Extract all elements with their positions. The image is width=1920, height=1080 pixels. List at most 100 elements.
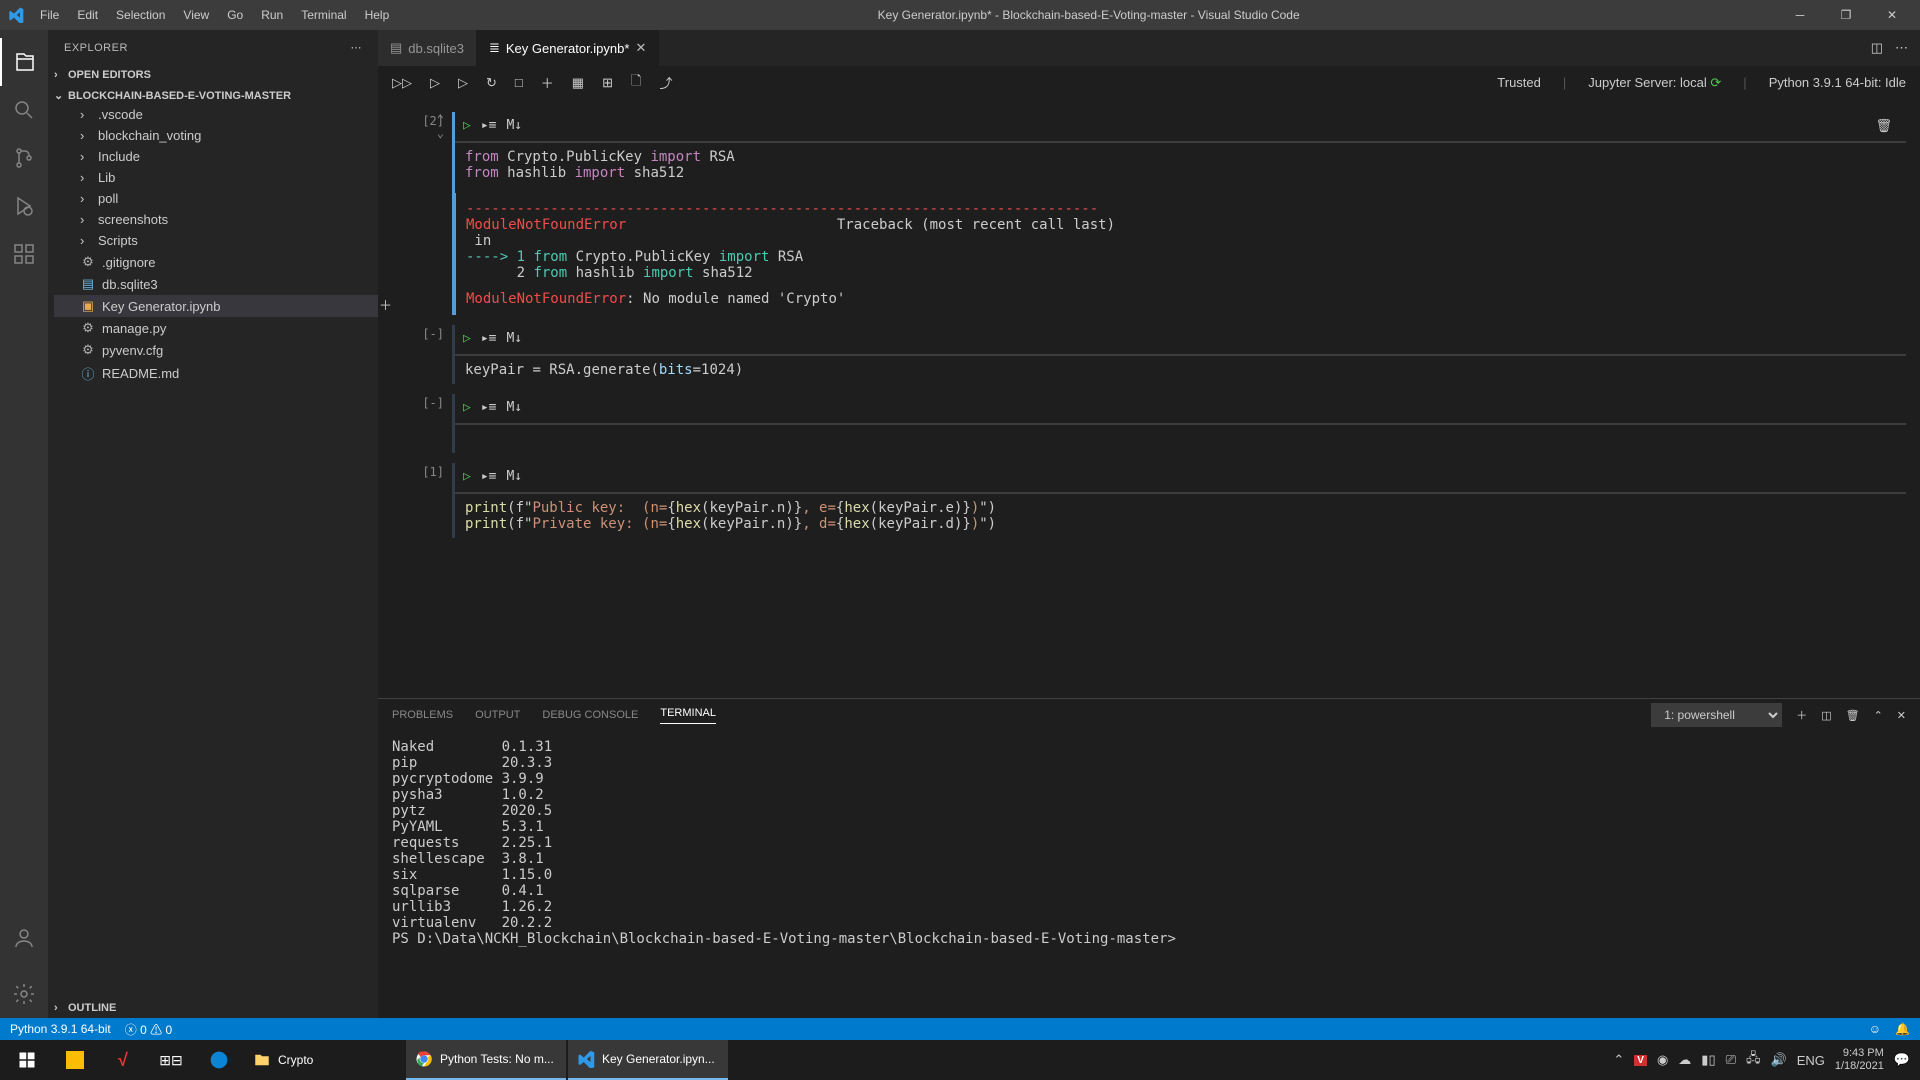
close-panel-icon[interactable]: ✕ <box>1897 709 1906 722</box>
explorer-icon[interactable] <box>0 38 48 86</box>
cell-code[interactable]: keyPair = RSA.generate(bits=1024) <box>455 355 1906 384</box>
taskbar-app-1[interactable] <box>52 1040 98 1080</box>
taskbar-folder-crypto[interactable]: Crypto <box>244 1040 404 1080</box>
tray-lang[interactable]: ENG <box>1797 1053 1825 1068</box>
menu-file[interactable]: File <box>32 4 67 26</box>
settings-icon[interactable] <box>0 970 48 1018</box>
run-below-icon[interactable]: ▷ <box>458 75 468 91</box>
run-by-line-icon[interactable]: ▸≡ <box>481 400 497 415</box>
folder-item[interactable]: ›Lib <box>54 167 378 188</box>
markdown-icon[interactable]: M↓ <box>506 118 522 133</box>
search-icon[interactable] <box>0 86 48 134</box>
file-item[interactable]: ⚙manage.py <box>54 317 378 339</box>
file-item[interactable]: ⓘREADME.md <box>54 361 378 386</box>
interrupt-icon[interactable]: □ <box>515 75 523 90</box>
cell-code[interactable]: from Crypto.PublicKey import RSAfrom has… <box>455 142 1906 187</box>
notifications-icon[interactable]: 🔔 <box>1895 1022 1910 1036</box>
taskbar-app-2[interactable]: √ <box>100 1040 146 1080</box>
tab-key-generator[interactable]: ≣ Key Generator.ipynb* ✕ <box>477 30 659 66</box>
python-version[interactable]: Python 3.9.1 64-bit <box>10 1022 111 1036</box>
tray-volume-icon[interactable]: 🔊 <box>1771 1052 1787 1068</box>
run-cell-icon[interactable]: ▷ <box>463 118 471 133</box>
tray-cloud-icon[interactable]: ☁ <box>1678 1052 1691 1068</box>
cell-code[interactable]: print(f"Public key: (n={hex(keyPair.n)},… <box>455 493 1906 538</box>
markdown-icon[interactable]: M↓ <box>506 400 522 415</box>
terminal-content[interactable]: Naked 0.1.31 pip 20.3.3 pycryptodome 3.9… <box>378 731 1920 1018</box>
open-editors-section[interactable]: ›OPEN EDITORS <box>48 65 378 85</box>
tray-battery-icon[interactable]: ▮▯ <box>1701 1052 1715 1068</box>
tray-icon-1[interactable]: V <box>1634 1055 1647 1066</box>
run-cell-icon[interactable]: ▷ <box>463 331 471 346</box>
accounts-icon[interactable] <box>0 914 48 962</box>
folder-item[interactable]: ›poll <box>54 188 378 209</box>
folder-item[interactable]: ›Include <box>54 146 378 167</box>
tab-db[interactable]: ▤ db.sqlite3 <box>378 30 477 66</box>
save-icon[interactable]: 🗋 <box>631 72 641 94</box>
clear-outputs-icon[interactable]: ▦ <box>572 75 584 91</box>
split-editor-icon[interactable]: ◫ <box>1871 40 1883 56</box>
file-item[interactable]: ▣Key Generator.ipynb＋ <box>54 295 378 317</box>
notebook-body[interactable]: ⌃⌄[2]▷▸≡M↓🗑from Crypto.PublicKey import … <box>378 100 1920 698</box>
tray-clock[interactable]: 9:43 PM 1/18/2021 <box>1835 1047 1884 1073</box>
file-item[interactable]: ⚙.gitignore <box>54 251 378 273</box>
taskbar-app-3[interactable]: ⊞⊟ <box>148 1040 194 1080</box>
terminal-select[interactable]: 1: powershell <box>1651 703 1782 727</box>
trusted-label[interactable]: Trusted <box>1497 75 1541 90</box>
notebook-cell[interactable]: [-]▷▸≡M↓ <box>398 394 1906 453</box>
folder-item[interactable]: ›screenshots <box>54 209 378 230</box>
errors-indicator[interactable]: ⓧ 0 ⚠ 0 <box>125 1021 172 1038</box>
taskbar-vscode[interactable]: Key Generator.ipyn... <box>568 1040 728 1080</box>
tray-steam-icon[interactable]: ◉ <box>1657 1052 1668 1068</box>
run-by-line-icon[interactable]: ▸≡ <box>481 469 497 484</box>
add-icon[interactable]: ＋ <box>379 295 392 314</box>
markdown-icon[interactable]: M↓ <box>506 331 522 346</box>
folder-item[interactable]: ›blockchain_voting <box>54 125 378 146</box>
project-header[interactable]: ⌄BLOCKCHAIN-BASED-E-VOTING-MASTER <box>48 87 378 104</box>
file-item[interactable]: ⚙pyvenv.cfg <box>54 339 378 361</box>
more-icon[interactable]: ⋯ <box>351 41 363 54</box>
run-cell-icon[interactable]: ▷ <box>463 469 471 484</box>
folder-item[interactable]: ›.vscode <box>54 104 378 125</box>
split-terminal-icon[interactable]: ◫ <box>1821 709 1831 722</box>
menu-run[interactable]: Run <box>253 4 291 26</box>
folder-item[interactable]: ›Scripts <box>54 230 378 251</box>
collapse-down-icon[interactable]: ⌄ <box>437 126 444 140</box>
run-above-icon[interactable]: ▷ <box>430 75 440 91</box>
kill-terminal-icon[interactable]: 🗑 <box>1846 709 1860 722</box>
export-icon[interactable]: ⤴ <box>659 73 672 92</box>
menu-edit[interactable]: Edit <box>69 4 106 26</box>
delete-cell-icon[interactable]: 🗑 <box>1875 119 1898 134</box>
panel-tab-debug[interactable]: DEBUG CONSOLE <box>542 709 638 721</box>
close-tab-icon[interactable]: ✕ <box>635 40 646 56</box>
run-all-icon[interactable]: ▷▷ <box>392 75 412 91</box>
tray-notifications-icon[interactable]: 💬 <box>1894 1052 1910 1068</box>
menu-go[interactable]: Go <box>219 4 251 26</box>
restart-icon[interactable]: ↻ <box>486 75 497 91</box>
panel-tab-terminal[interactable]: TERMINAL <box>660 707 716 724</box>
panel-tab-output[interactable]: OUTPUT <box>475 709 520 721</box>
menu-help[interactable]: Help <box>357 4 398 26</box>
run-debug-icon[interactable] <box>0 182 48 230</box>
notebook-cell[interactable]: [1]▷▸≡M↓print(f"Public key: (n={hex(keyP… <box>398 463 1906 538</box>
taskbar-chrome[interactable]: Python Tests: No m... <box>406 1040 566 1080</box>
new-terminal-icon[interactable]: ＋ <box>1796 707 1807 723</box>
file-item[interactable]: ▤db.sqlite3 <box>54 273 378 295</box>
menu-terminal[interactable]: Terminal <box>293 4 354 26</box>
variables-icon[interactable]: ⊞ <box>602 75 613 91</box>
minimize-icon[interactable]: ─ <box>1780 8 1820 22</box>
outline-section[interactable]: ›OUTLINE <box>48 998 378 1018</box>
jupyter-server-label[interactable]: Jupyter Server: local ⟳ <box>1588 75 1721 91</box>
feedback-icon[interactable]: ☺ <box>1869 1022 1881 1036</box>
maximize-icon[interactable]: ❐ <box>1826 8 1866 22</box>
taskbar-edge[interactable] <box>196 1040 242 1080</box>
panel-tab-problems[interactable]: PROBLEMS <box>392 709 453 721</box>
tray-wifi-icon[interactable]: ⎚ <box>1726 1052 1736 1068</box>
markdown-icon[interactable]: M↓ <box>506 469 522 484</box>
menu-view[interactable]: View <box>175 4 217 26</box>
run-by-line-icon[interactable]: ▸≡ <box>481 331 497 346</box>
close-icon[interactable]: ✕ <box>1872 8 1912 22</box>
menu-selection[interactable]: Selection <box>108 4 173 26</box>
extensions-icon[interactable] <box>0 230 48 278</box>
kernel-label[interactable]: Python 3.9.1 64-bit: Idle <box>1769 75 1906 90</box>
add-cell-icon[interactable]: ＋ <box>541 73 554 92</box>
